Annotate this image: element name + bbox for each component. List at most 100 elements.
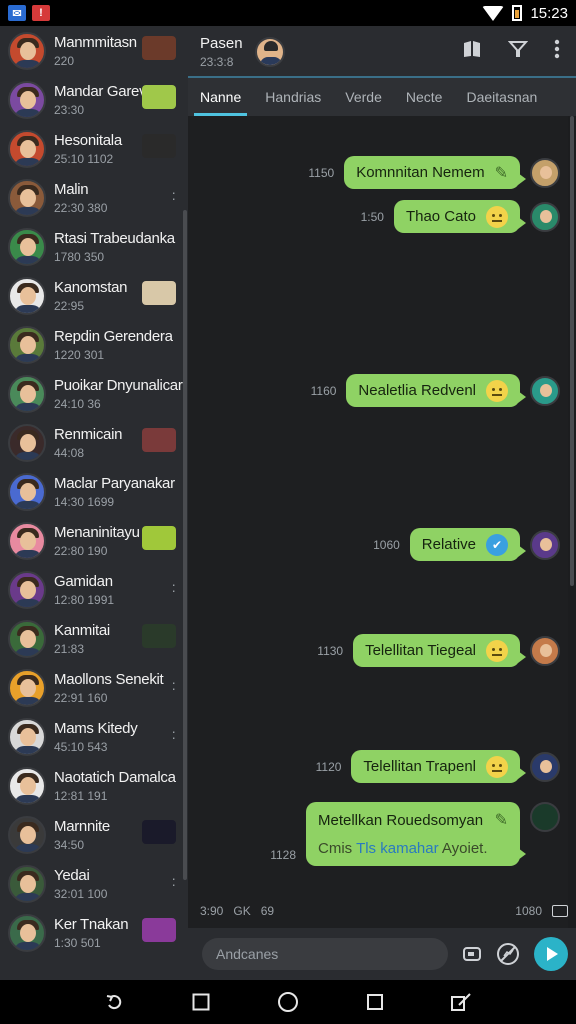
message-footer: 3:90 GK 69 1080 [200,902,568,920]
tab-bar: Nanne Handrias Verde Necte Daeitasnan [188,78,576,116]
message-text: Nealetlia Redvenl [358,382,476,399]
chat-list-item[interactable]: Marnnite 34:50 [0,810,188,859]
tab-necte[interactable]: Necte [394,78,455,116]
tab-verde[interactable]: Verde [333,78,394,116]
message-link[interactable]: Tls kamahar [356,840,439,857]
check-icon: ✔ [486,533,508,556]
sender-avatar[interactable] [530,157,560,188]
composer [188,928,576,980]
keyboard-icon[interactable] [552,905,568,917]
smile-emoji-icon [486,379,508,402]
message-bubble[interactable]: Komnnitan Nemem ✎ [344,156,526,189]
chat-list-item[interactable]: Maclar Paryanakar 14:30 1699 [0,467,188,516]
chat-meta: 22:30 380 [54,200,108,215]
chat-list-item[interactable]: Mandar Garev 23:30 [0,75,188,124]
chat-thumbnail [142,918,176,942]
more-icon[interactable]: · · [171,577,176,597]
sender-avatar[interactable] [530,802,560,832]
chat-list-item[interactable]: Menaninitayu 22:80 190 [0,516,188,565]
chat-list-item[interactable]: Ker Tnakan 1:30 501 [0,908,188,957]
more-icon[interactable]: · · [171,675,176,695]
chat-list-item[interactable]: Yedai 32:01 100 · · [0,859,188,908]
message-bubble[interactable]: Telellitan Tiegeal [353,634,526,667]
avatar [8,423,46,462]
message-bubble[interactable]: Telellitan Trapenl [351,750,526,783]
message-text: Komnnitan Nemem [356,164,485,181]
message-bubble[interactable]: Relative ✔ [409,528,527,561]
message-area[interactable]: 1150 Komnnitan Nemem ✎ 1:50 Thao Cato 1160 Nea… [188,116,568,928]
chat-thumbnail [142,526,176,550]
chat-list-item[interactable]: Maollons Senekit 22:91 160 · · [0,663,188,712]
chat-name: Rtasi Trabeudanka [54,229,175,247]
chat-list-item[interactable]: Rtasi Trabeudanka 1780 350 [0,222,188,271]
message-time: 1:50 [360,209,384,224]
footer-right-time: 1080 [515,904,542,918]
message-text-part: Cmis [318,840,357,857]
message-input[interactable] [202,938,449,970]
tab-daeitasnan[interactable]: Daeitasnan [454,78,549,116]
chat-list-item[interactable]: Manmmitasn 220 [0,26,188,75]
message-time: 1150 [308,165,335,180]
sender-avatar[interactable] [530,751,560,782]
chat-list-item[interactable]: Renmicain 44:08 [0,418,188,467]
tab-handrias[interactable]: Handrias [253,78,333,116]
chat-thumbnail [142,85,176,109]
sender-avatar[interactable] [530,201,560,232]
edit-icon[interactable] [451,991,473,1013]
square-icon[interactable] [190,991,212,1013]
footer-glyph: 69 [260,904,275,918]
message-bubble[interactable]: Metellkan Rouedsomyan ✎ Cmis Tls kamahar A… [306,802,526,866]
app-notification-icon: ✉ [8,5,26,21]
chat-meta: 1220 301 [54,347,105,362]
message-bubble[interactable]: Thao Cato [393,200,527,233]
contact-name[interactable]: Pasen [200,35,243,52]
sender-avatar[interactable] [530,635,560,666]
chat-name: Yedai [54,866,90,884]
mute-icon[interactable] [496,942,520,966]
back-icon[interactable] [103,991,125,1013]
chat-list-item[interactable]: Puoikar Dnyunalicar 24:10 36 [0,369,188,418]
more-icon[interactable]: · · [171,871,176,891]
chat-list-item[interactable]: Kanomstan 22:95 [0,271,188,320]
chat-thumbnail [142,624,176,648]
home-icon[interactable] [277,991,299,1013]
pen-icon: ✎ [494,812,508,829]
more-icon[interactable]: · · [171,724,176,744]
chat-list-item[interactable]: Kanmitai 21:83 [0,614,188,663]
chat-list[interactable]: Manmmitasn 220 Mandar Garev 23:30 Hesonitala… [0,26,188,980]
message-scrollbar[interactable] [570,116,574,586]
footer-left-time: 3:90 [200,904,224,918]
attach-icon[interactable] [460,942,484,966]
tab-nanne[interactable]: Nanne [188,78,253,116]
message-row: 1060 Relative ✔ [373,528,560,561]
message-text: Relative [421,536,476,553]
chat-list-item[interactable]: Hesonitala 25:10 1102 [0,124,188,173]
message-time: 1160 [310,383,337,398]
filter-icon[interactable] [507,39,529,65]
message-row: 1128 Metellkan Rouedsomyan ✎ Cmis Tls kamah… [270,802,526,866]
recents-icon[interactable] [364,991,386,1013]
sender-avatar[interactable] [530,529,560,560]
chat-list-item[interactable]: Gamidan 12:80 1991 · · [0,565,188,614]
chat-list-item[interactable]: Repdin Gerendera 1220 301 [0,320,188,369]
chat-list-scrollbar[interactable] [183,210,187,880]
contact-avatar[interactable] [254,37,285,67]
message-time: 1130 [317,643,344,658]
send-icon[interactable] [534,937,568,971]
chat-name: Repdin Gerendera [54,327,173,345]
book-icon[interactable] [462,39,482,65]
message-text: Metellkan Rouedsomyan [318,811,484,829]
avatar [8,374,46,413]
chat-list-item[interactable]: Mams Kitedy 45:10 543 · · [0,712,188,761]
pen-icon: ✎ [494,164,508,182]
chat-meta: 12:81 191 [54,788,108,803]
message-text: Telellitan Trapenl [363,758,476,775]
message-bubble[interactable]: Nealetlia Redvenl [346,374,526,407]
chat-list-item[interactable]: Malin 22:30 380 · · [0,173,188,222]
contact-meta: 23:3:8 [200,55,234,69]
more-icon[interactable] [554,39,560,65]
sender-avatar[interactable] [530,375,560,406]
chat-thumbnail [142,820,176,844]
more-icon[interactable]: · · [171,185,176,205]
chat-list-item[interactable]: Naotatich Damalca 12:81 191 [0,761,188,810]
